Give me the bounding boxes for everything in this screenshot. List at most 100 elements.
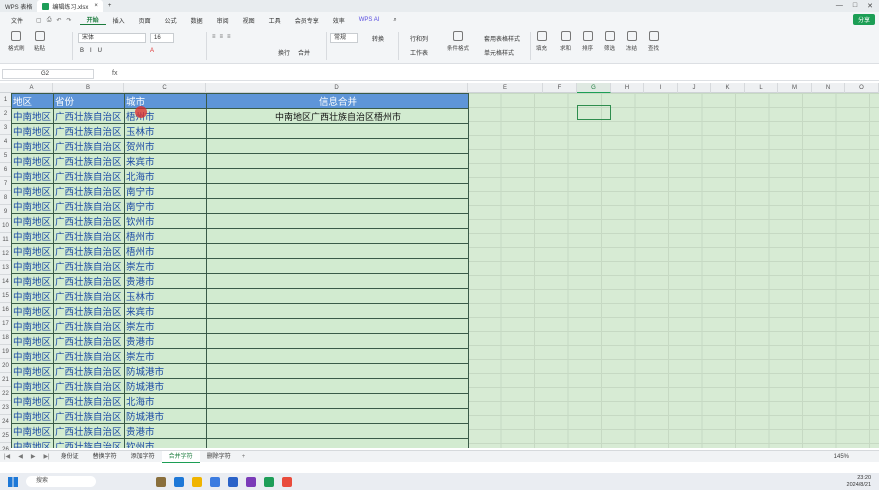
row-number[interactable]: 12 bbox=[0, 247, 11, 261]
menu-tab-tools[interactable]: 工具 bbox=[262, 16, 288, 25]
data-cell[interactable]: 中南地区 bbox=[11, 393, 54, 409]
column-header-c[interactable]: C bbox=[124, 83, 206, 93]
merge-result-cell[interactable] bbox=[206, 393, 469, 409]
row-number[interactable]: 19 bbox=[0, 345, 11, 359]
header-cell[interactable]: 信息合并 bbox=[206, 93, 469, 109]
data-cell[interactable]: 广西壮族自治区 bbox=[53, 348, 125, 364]
sheet-tab[interactable]: 身份证 bbox=[54, 451, 86, 463]
paste-button[interactable]: 粘贴 bbox=[34, 31, 45, 52]
cond-format-button[interactable]: 条件格式 bbox=[447, 31, 469, 52]
data-cell[interactable]: 广西壮族自治区 bbox=[53, 123, 125, 139]
data-cell[interactable]: 广西壮族自治区 bbox=[53, 438, 125, 448]
row-number[interactable]: 3 bbox=[0, 121, 11, 135]
data-cell[interactable]: 钦州市 bbox=[124, 213, 207, 229]
data-cell[interactable]: 中南地区 bbox=[11, 183, 54, 199]
close-tab-icon[interactable]: × bbox=[94, 3, 98, 9]
worksheet-button[interactable]: 工作表 bbox=[410, 48, 428, 57]
data-cell[interactable]: 梧州市 bbox=[124, 243, 207, 259]
column-header-m[interactable]: M bbox=[778, 83, 812, 93]
row-number[interactable]: 11 bbox=[0, 233, 11, 247]
align-buttons[interactable]: ≡≡≡ bbox=[212, 34, 235, 40]
share-button[interactable]: 分享 bbox=[852, 14, 875, 25]
merge-result-cell[interactable] bbox=[206, 198, 469, 214]
row-number[interactable]: 21 bbox=[0, 373, 11, 387]
data-cell[interactable]: 广西壮族自治区 bbox=[53, 228, 125, 244]
add-sheet-icon[interactable]: + bbox=[238, 454, 250, 460]
data-cell[interactable]: 北海市 bbox=[124, 168, 207, 184]
data-cell[interactable]: 贵港市 bbox=[124, 273, 207, 289]
row-number[interactable]: 22 bbox=[0, 387, 11, 401]
search-icon[interactable]: ⌕ bbox=[386, 17, 403, 24]
merge-button[interactable]: 合并 bbox=[298, 48, 310, 57]
data-cell[interactable]: 中南地区 bbox=[11, 318, 54, 334]
data-cell[interactable]: 钦州市 bbox=[124, 438, 207, 448]
data-cell[interactable]: 中南地区 bbox=[11, 408, 54, 424]
column-header-n[interactable]: N bbox=[812, 83, 845, 93]
sheet-grid[interactable]: 地区 省份 城市 信息合并 中南地区 广西壮族自治区 梧州市 中南地区广西壮族自治区梧州市 中南… bbox=[11, 93, 879, 448]
first-sheet-icon[interactable]: |◀ bbox=[0, 453, 14, 460]
fill-button[interactable]: 填充 bbox=[536, 31, 547, 52]
sheet-tab[interactable]: 删除字符 bbox=[200, 451, 238, 463]
cell-style-button[interactable]: 单元格样式 bbox=[484, 48, 514, 57]
data-cell[interactable]: 广西壮族自治区 bbox=[53, 198, 125, 214]
font-style-buttons[interactable]: BIU bbox=[80, 48, 108, 54]
row-number[interactable]: 6 bbox=[0, 163, 11, 177]
data-cell[interactable]: 贵港市 bbox=[124, 333, 207, 349]
menu-tab-data[interactable]: 数据 bbox=[184, 16, 210, 25]
merge-result-cell[interactable] bbox=[206, 213, 469, 229]
sheet-tab[interactable]: 替换字符 bbox=[86, 451, 124, 463]
data-cell[interactable]: 广西壮族自治区 bbox=[53, 393, 125, 409]
merge-result-cell[interactable] bbox=[206, 243, 469, 259]
data-cell[interactable]: 中南地区 bbox=[11, 333, 54, 349]
fx-icon[interactable]: fx bbox=[112, 70, 117, 77]
data-cell[interactable]: 防城港市 bbox=[124, 363, 207, 379]
row-number[interactable]: 2 bbox=[0, 107, 11, 121]
data-cell[interactable]: 防城港市 bbox=[124, 378, 207, 394]
row-number[interactable]: 23 bbox=[0, 401, 11, 415]
data-cell[interactable]: 梧州市 bbox=[124, 228, 207, 244]
data-cell[interactable]: 中南地区 bbox=[11, 288, 54, 304]
undo-icon[interactable]: ↶ bbox=[57, 17, 62, 24]
merge-result-cell[interactable] bbox=[206, 258, 469, 274]
row-number[interactable]: 25 bbox=[0, 429, 11, 443]
menu-tab-review[interactable]: 审阅 bbox=[210, 16, 236, 25]
data-cell[interactable]: 来宾市 bbox=[124, 303, 207, 319]
merge-result-cell[interactable] bbox=[206, 288, 469, 304]
merge-result-cell[interactable] bbox=[206, 153, 469, 169]
name-box[interactable]: G2 bbox=[2, 68, 94, 79]
windows-start-icon[interactable] bbox=[8, 476, 18, 487]
data-cell[interactable]: 中南地区 bbox=[11, 243, 54, 259]
data-cell[interactable]: 广西壮族自治区 bbox=[53, 288, 125, 304]
row-number[interactable]: 16 bbox=[0, 303, 11, 317]
merge-result-cell[interactable] bbox=[206, 333, 469, 349]
data-cell[interactable]: 贵港市 bbox=[124, 423, 207, 439]
row-col-button[interactable]: 行和列 bbox=[410, 34, 428, 43]
merge-result-cell[interactable] bbox=[206, 408, 469, 424]
data-cell[interactable]: 中南地区 bbox=[11, 303, 54, 319]
file-explorer-icon[interactable] bbox=[156, 476, 166, 487]
font-name-select[interactable]: 宋体 bbox=[78, 33, 146, 43]
data-cell[interactable]: 中南地区 bbox=[11, 108, 54, 124]
menu-tab-efficiency[interactable]: 效率 bbox=[326, 16, 352, 25]
row-number[interactable]: 9 bbox=[0, 205, 11, 219]
data-cell[interactable]: 中南地区 bbox=[11, 228, 54, 244]
header-cell[interactable]: 地区 bbox=[11, 93, 54, 109]
data-cell[interactable]: 中南地区 bbox=[11, 123, 54, 139]
data-cell[interactable]: 中南地区 bbox=[11, 258, 54, 274]
row-number[interactable]: 7 bbox=[0, 177, 11, 191]
save-icon[interactable]: ▢ bbox=[36, 17, 42, 24]
data-cell[interactable]: 贺州市 bbox=[124, 138, 207, 154]
data-cell[interactable]: 广西壮族自治区 bbox=[53, 183, 125, 199]
file-menu[interactable]: 文件 bbox=[4, 16, 30, 25]
next-sheet-icon[interactable]: ▶ bbox=[27, 453, 40, 460]
column-header-f[interactable]: F bbox=[543, 83, 577, 93]
data-cell[interactable]: 广西壮族自治区 bbox=[53, 378, 125, 394]
data-cell[interactable]: 广西壮族自治区 bbox=[53, 408, 125, 424]
data-cell[interactable]: 南宁市 bbox=[124, 183, 207, 199]
format-painter-button[interactable]: 格式刷 bbox=[8, 31, 25, 52]
data-cell[interactable]: 北海市 bbox=[124, 393, 207, 409]
wrap-button[interactable]: 换行 bbox=[278, 48, 290, 57]
wps-ai-button[interactable]: WPS AI bbox=[352, 17, 387, 23]
menu-tab-home[interactable]: 开始 bbox=[79, 15, 106, 25]
merge-result-cell[interactable] bbox=[206, 303, 469, 319]
